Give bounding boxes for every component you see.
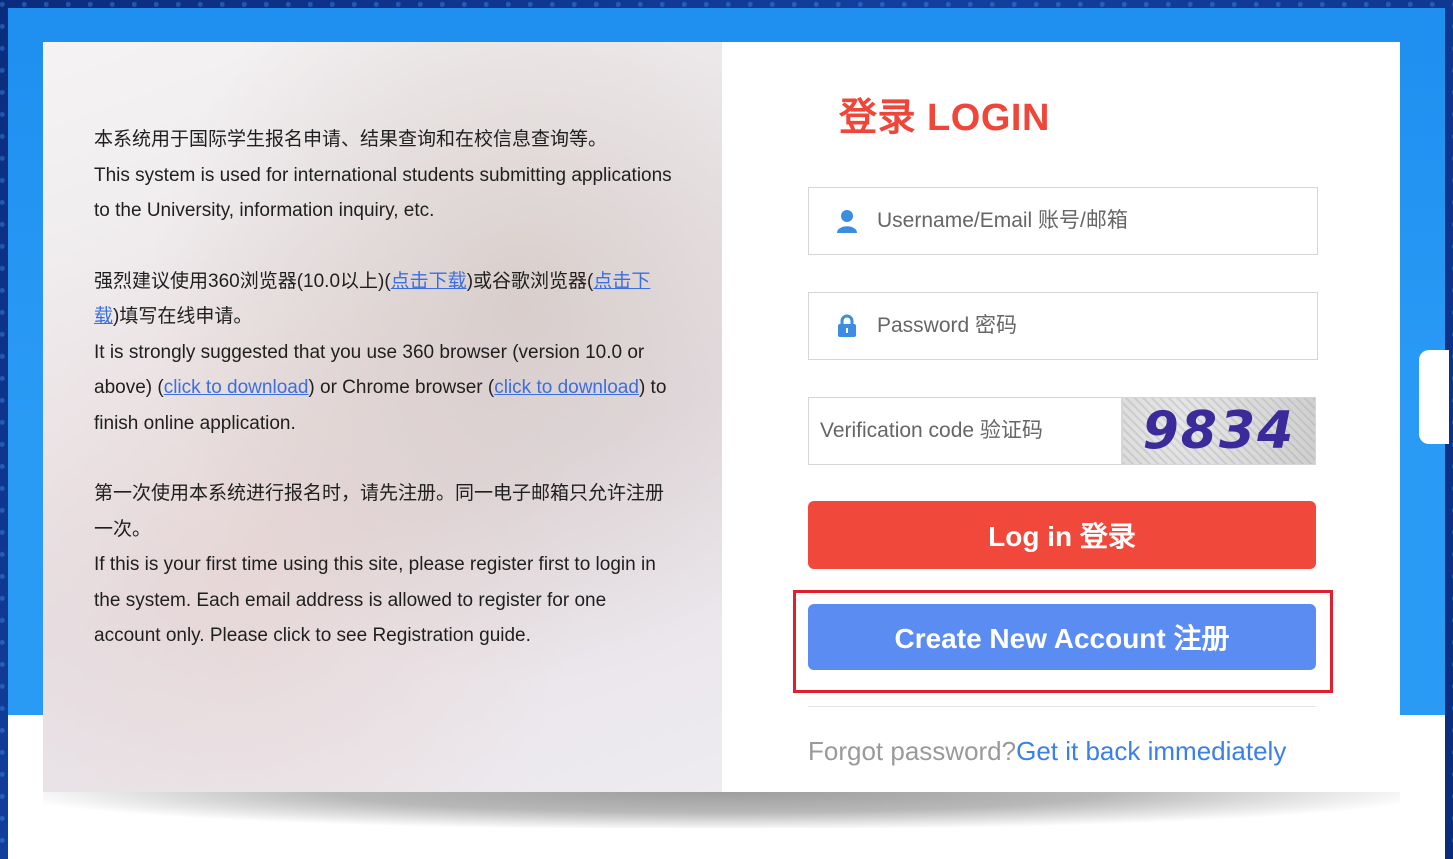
login-button[interactable]: Log in 登录 <box>808 501 1316 569</box>
forgot-password: Forgot password?Get it back immediately <box>808 736 1286 767</box>
intro-text: 本系统用于国际学生报名申请、结果查询和在校信息查询等。 This system … <box>94 122 674 689</box>
intro-p2-cn-middle: )或谷歌浏览器( <box>466 270 594 292</box>
intro-p1-cn: 本系统用于国际学生报名申请、结果查询和在校信息查询等。 <box>94 129 608 150</box>
username-field[interactable] <box>808 187 1318 255</box>
intro-paragraph-1: 本系统用于国际学生报名申请、结果查询和在校信息查询等。 This system … <box>94 122 674 229</box>
intro-panel: 本系统用于国际学生报名申请、结果查询和在校信息查询等。 This system … <box>43 42 722 792</box>
card-shadow <box>43 792 1400 828</box>
intro-p2-cn-before: 强烈建议使用360浏览器(10.0以上)( <box>94 270 391 292</box>
intro-p2-cn-after: )填写在线申请。 <box>113 306 253 327</box>
password-input[interactable] <box>875 313 1259 339</box>
create-account-button[interactable]: Create New Account 注册 <box>808 604 1316 670</box>
password-field[interactable] <box>808 292 1318 360</box>
intro-p1-en: This system is used for international st… <box>94 164 672 222</box>
username-input[interactable] <box>875 208 1259 234</box>
intro-p3-en: If this is your first time using this si… <box>94 554 656 646</box>
download-360-link[interactable]: click to download <box>164 377 309 398</box>
recover-password-link[interactable]: Get it back immediately <box>1016 736 1286 766</box>
forgot-text: Forgot password? <box>808 736 1017 766</box>
verification-field[interactable] <box>808 397 1122 465</box>
lock-icon <box>838 314 856 337</box>
divider <box>808 706 1316 707</box>
side-tab[interactable] <box>1419 350 1449 444</box>
intro-p2-en-middle: ) or Chrome browser ( <box>308 377 495 398</box>
intro-paragraph-2: 强烈建议使用360浏览器(10.0以上)(点击下载)或谷歌浏览器(点击下载)填写… <box>94 264 674 442</box>
verification-input[interactable] <box>818 418 1112 444</box>
captcha-image[interactable]: 9834 <box>1122 397 1316 465</box>
download-360-link-cn[interactable]: 点击下载 <box>391 271 467 292</box>
user-icon <box>837 210 857 233</box>
intro-p3-cn: 第一次使用本系统进行报名时，请先注册。同一电子邮箱只允许注册一次。 <box>94 483 665 540</box>
intro-paragraph-3: 第一次使用本系统进行报名时，请先注册。同一电子邮箱只允许注册一次。 If thi… <box>94 476 674 654</box>
login-title: 登录 LOGIN <box>839 97 1050 139</box>
download-chrome-link[interactable]: click to download <box>494 377 639 398</box>
